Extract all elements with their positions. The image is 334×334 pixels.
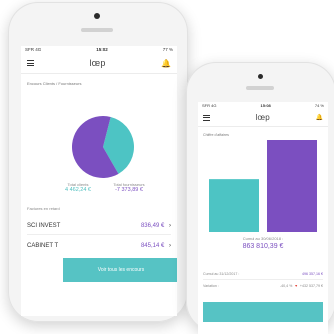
clients-total-value: 4 462,24 €: [65, 187, 91, 193]
revenue-bar-chart: [209, 140, 317, 232]
app-logo: lœp: [255, 113, 270, 122]
balance-pie-chart: [72, 116, 134, 178]
variation-label: Variation :: [203, 284, 219, 288]
carrier-text: SFR 4G: [25, 47, 42, 52]
app-logo: lœp: [89, 58, 106, 68]
app-bar: lœp 🔔: [21, 53, 177, 74]
phone-left-screen: SFR 4G 15:02 77 % lœp 🔔 Encours Clients …: [21, 46, 177, 316]
account-amount: 836,49 €: [140, 223, 165, 229]
arrow-down-icon: ▼: [294, 284, 298, 288]
phone-speaker: [246, 86, 274, 90]
revenue-bar: [209, 179, 259, 232]
status-bar: SFR 4G 15:02 77 %: [21, 46, 177, 53]
carrier-text: SFR 4G: [202, 103, 217, 108]
previous-cumul-value: 496 357,16 €: [302, 272, 323, 276]
revenue-bar: [267, 140, 317, 232]
see-all-balances-button[interactable]: Voir tous les encours: [63, 258, 177, 282]
variation-percent: -40,4 %: [279, 284, 293, 288]
suppliers-total-value: -7 373,89 €: [115, 187, 143, 193]
chevron-right-icon: ›: [169, 243, 171, 249]
section-title: Encours Clients / Fournisseurs: [27, 81, 82, 86]
menu-icon[interactable]: [203, 114, 210, 121]
late-invoices-label: Factures en retard: [27, 206, 60, 211]
cumul-label: Cumul au 30/06/2018 :: [242, 236, 284, 241]
previous-cumul-row: Cumul au 31/12/2017 : 496 357,16 €: [203, 272, 323, 280]
clients-total: Total clients 4 462,24 €: [58, 182, 98, 193]
account-amount: 845,14 €: [140, 243, 165, 249]
account-name: CABINET T: [27, 243, 59, 249]
variation-row: Variation : -40,4 % ▼ +432 537,79 €: [203, 284, 323, 288]
phone-right: SFR 4G 15:08 74 % lœp 🔔 Chiffre d'affair…: [186, 62, 334, 334]
cumul-value: 863 810,39 €: [242, 243, 284, 250]
cumul-summary: Cumul au 30/06/2018 : 863 810,39 €: [198, 236, 328, 250]
phone-right-screen: SFR 4G 15:08 74 % lœp 🔔 Chiffre d'affair…: [198, 102, 328, 334]
bell-icon[interactable]: 🔔: [316, 114, 323, 121]
phone-left: SFR 4G 15:02 77 % lœp 🔔 Encours Clients …: [8, 2, 188, 322]
account-row[interactable]: CABINET T 845,14 € ›: [27, 238, 171, 254]
variation-value: +432 537,79 €: [299, 284, 323, 288]
clock-text: 15:02: [96, 47, 108, 52]
battery-text: 77 %: [162, 47, 173, 52]
status-bar: SFR 4G 15:08 74 %: [198, 102, 328, 109]
app-bar: lœp 🔔: [198, 109, 328, 127]
phone-camera: [258, 74, 263, 79]
previous-cumul-label: Cumul au 31/12/2017 :: [203, 272, 240, 276]
menu-icon[interactable]: [27, 60, 34, 66]
chevron-right-icon: ›: [169, 223, 171, 229]
phone-speaker: [81, 28, 113, 32]
suppliers-total: Total fournisseurs -7 373,89 €: [105, 182, 153, 193]
details-button[interactable]: [203, 302, 323, 322]
phone-camera: [94, 13, 100, 19]
account-row[interactable]: SCI INVEST 836,49 € ›: [27, 218, 171, 235]
clock-text: 15:08: [260, 103, 271, 108]
bell-icon[interactable]: 🔔: [161, 59, 171, 68]
battery-text: 74 %: [314, 103, 324, 108]
account-name: SCI INVEST: [27, 223, 61, 229]
